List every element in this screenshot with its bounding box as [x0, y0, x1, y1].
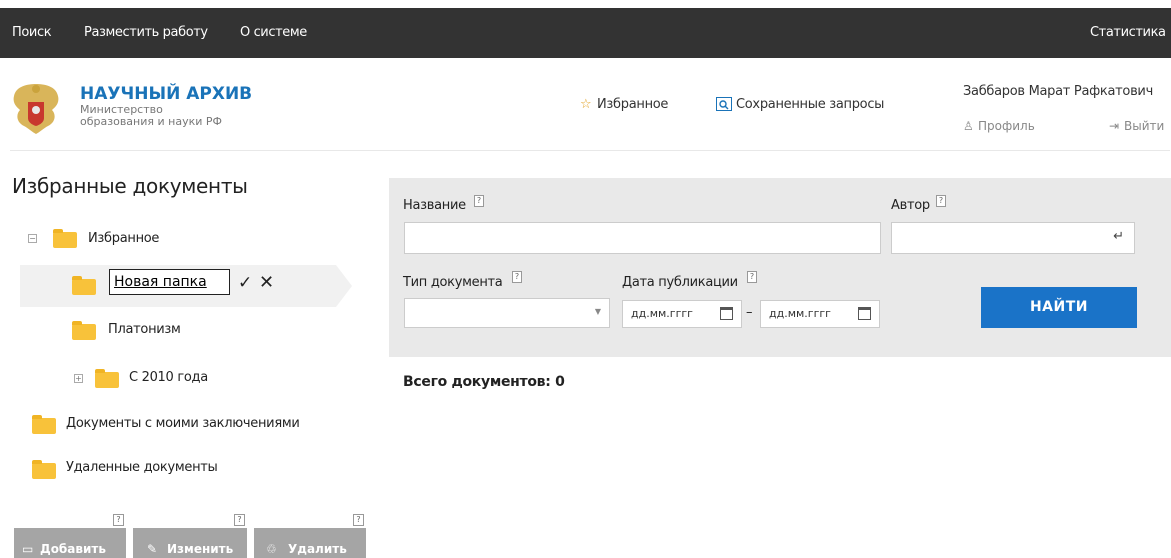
brand-title[interactable]: НАУЧНЫЙ АРХИВ — [80, 84, 252, 104]
folder-rename-input[interactable] — [109, 269, 230, 295]
tree-item-platonism[interactable]: Платонизм — [108, 322, 181, 337]
confirm-check-icon[interactable]: ✓ — [238, 273, 252, 293]
logout-link[interactable]: Выйти — [1124, 119, 1164, 133]
date-to-placeholder: дд.мм.гггг — [769, 307, 831, 320]
doctype-label: Тип документа — [403, 275, 503, 290]
enter-key-icon: ↵ — [1113, 229, 1124, 244]
delete-button[interactable]: ? ♲ Удалить — [254, 514, 366, 558]
nav-statistics[interactable]: Статистика — [1090, 8, 1166, 58]
edit-button[interactable]: ? ✎ Изменить — [133, 514, 247, 558]
collapse-toggle-icon[interactable]: − — [28, 234, 37, 243]
add-button-icon: ▭ — [22, 542, 34, 556]
logout-icon: ⇥ — [1109, 119, 1120, 133]
emblem-logo — [13, 84, 59, 134]
title-label: Название — [403, 198, 466, 213]
help-icon[interactable]: ? — [747, 271, 757, 283]
search-panel — [389, 178, 1171, 357]
expand-toggle-icon[interactable]: + — [74, 374, 83, 383]
date-from-input[interactable]: дд.мм.гггг — [622, 300, 742, 328]
brand-subtitle: Министерство образования и науки РФ — [80, 104, 222, 128]
add-button[interactable]: ? ▭ Добавить — [14, 514, 126, 558]
find-button[interactable]: НАЙТИ — [981, 287, 1137, 328]
folder-icon — [32, 460, 56, 479]
person-icon: ♙ — [963, 119, 974, 133]
total-documents: Всего документов: 0 — [403, 374, 565, 390]
add-button-label: Добавить — [40, 542, 106, 556]
edit-button-label: Изменить — [167, 542, 234, 556]
help-icon[interactable]: ? — [474, 195, 484, 207]
tree-item-favorites[interactable]: Избранное — [88, 231, 159, 246]
brand-subtitle-line2: образования и науки РФ — [80, 115, 222, 128]
chevron-down-icon: ▼ — [594, 307, 601, 316]
doctype-select[interactable]: ▼ — [404, 298, 610, 328]
date-from-placeholder: дд.мм.гггг — [631, 307, 693, 320]
pencil-icon: ✎ — [147, 542, 158, 556]
header-saved-queries-link[interactable]: Сохраненные запросы — [736, 97, 884, 112]
selection-arrow — [336, 265, 352, 307]
pubdate-label: Дата публикации — [622, 275, 738, 290]
header-divider — [10, 150, 1170, 151]
folder-icon — [32, 415, 56, 434]
help-icon[interactable]: ? — [936, 195, 946, 207]
page-title: Избранные документы — [12, 174, 248, 198]
calendar-icon[interactable] — [858, 307, 871, 320]
folder-icon — [53, 229, 77, 248]
help-icon[interactable]: ? — [234, 514, 245, 526]
nav-submit-work[interactable]: Разместить работу — [84, 8, 208, 58]
cancel-x-icon[interactable]: ✕ — [259, 272, 274, 293]
help-icon[interactable]: ? — [113, 514, 124, 526]
header-favorites-link[interactable]: Избранное — [597, 97, 668, 112]
author-label: Автор — [891, 198, 930, 213]
help-icon[interactable]: ? — [353, 514, 364, 526]
date-range-dash: – — [746, 305, 753, 320]
date-to-input[interactable]: дд.мм.гггг — [760, 300, 880, 328]
top-navbar: Поиск Разместить работу О системе Статис… — [0, 8, 1171, 58]
tree-item-since-2010[interactable]: С 2010 года — [129, 370, 208, 385]
title-input[interactable] — [404, 222, 881, 254]
saved-queries-icon — [716, 97, 732, 111]
trash-icon: ♲ — [266, 542, 277, 556]
profile-link[interactable]: Профиль — [978, 119, 1035, 133]
folder-icon — [95, 369, 119, 388]
nav-about[interactable]: О системе — [240, 8, 307, 58]
author-input[interactable]: ↵ — [891, 222, 1135, 254]
star-icon: ☆ — [580, 97, 592, 112]
help-icon[interactable]: ? — [512, 271, 522, 283]
calendar-icon[interactable] — [720, 307, 733, 320]
tree-item-deleted[interactable]: Удаленные документы — [66, 460, 218, 475]
user-name: Заббаров Марат Рафкатович — [963, 84, 1153, 99]
nav-search[interactable]: Поиск — [12, 8, 52, 58]
delete-button-label: Удалить — [288, 542, 347, 556]
folder-icon — [72, 321, 96, 340]
tree-item-my-conclusions[interactable]: Документы с моими заключениями — [66, 416, 300, 431]
folder-icon — [72, 276, 96, 295]
